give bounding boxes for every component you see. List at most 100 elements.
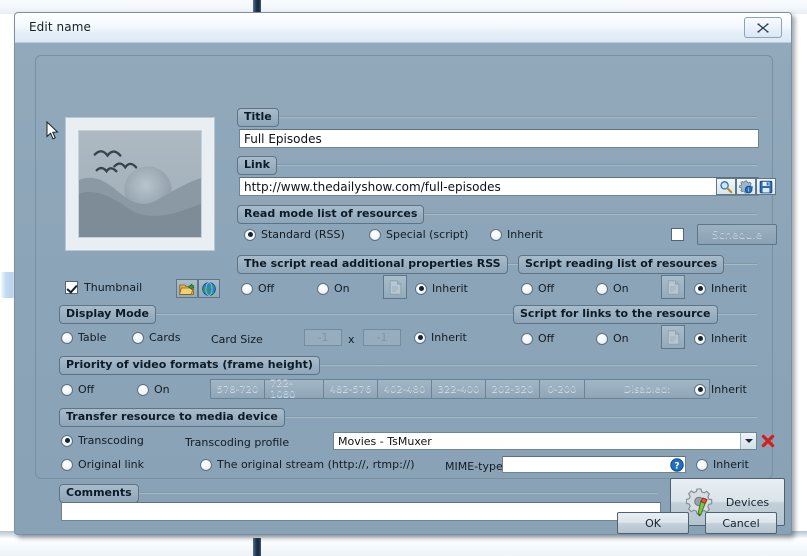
radio-dot xyxy=(490,228,502,241)
video-priority-group-label: Priority of video formats (frame height) xyxy=(59,356,320,375)
radio-dot xyxy=(244,228,256,241)
video-format-segment[interactable]: 402-480 xyxy=(378,380,432,398)
radio-dot xyxy=(694,383,706,396)
video-format-segment[interactable]: 578-720 xyxy=(211,380,265,398)
video-format-segment-disabled[interactable]: Disabled: xyxy=(585,380,709,398)
close-icon[interactable] xyxy=(744,17,782,38)
radio-dot xyxy=(521,332,533,345)
script-list-group-label: Script reading list of resources xyxy=(518,255,725,274)
radio-script-rss-off[interactable]: Off xyxy=(241,282,274,295)
svg-text:?: ? xyxy=(674,461,679,471)
radio-dot xyxy=(369,228,381,241)
read-mode-group-label: Read mode list of resources xyxy=(237,205,425,224)
red-x-icon[interactable] xyxy=(760,432,776,450)
video-format-segment[interactable]: 722-1080 xyxy=(265,378,324,400)
edit-name-dialog: Edit name Title Full Episodes Link http:… xyxy=(14,12,792,535)
card-width-input[interactable]: -1 xyxy=(304,329,342,346)
radio-label: Original link xyxy=(78,458,144,471)
radio-dot xyxy=(61,383,73,396)
radio-video-priority-off[interactable]: Off xyxy=(61,383,94,396)
link-group-line xyxy=(269,164,757,166)
radio-transfer-inherit[interactable]: Inherit xyxy=(696,458,749,471)
link-input[interactable] xyxy=(239,177,759,196)
devices-button-label: Devices xyxy=(725,495,770,509)
thumbnail-preview[interactable] xyxy=(65,117,215,251)
transcoding-profile-combo[interactable]: Movies - TsMuxer xyxy=(333,432,757,450)
transfer-group-label: Transfer resource to media device xyxy=(59,408,285,427)
display-mode-group-line xyxy=(142,313,506,315)
radio-display-cards[interactable]: Cards xyxy=(132,331,180,344)
script-file-icon[interactable] xyxy=(661,275,685,299)
help-icon[interactable]: ? xyxy=(670,458,684,472)
search-icon[interactable] xyxy=(716,178,736,195)
chevron-down-icon[interactable] xyxy=(740,433,756,449)
radio-dot xyxy=(61,458,73,471)
gear-info-icon[interactable]: i xyxy=(736,178,756,195)
card-size-separator: x xyxy=(348,333,355,346)
radio-label: Off xyxy=(538,282,555,295)
radio-script-links-inherit[interactable]: Inherit xyxy=(694,332,747,345)
open-folder-icon[interactable] xyxy=(176,279,198,298)
radio-dot xyxy=(415,282,427,295)
radio-video-priority-on[interactable]: On xyxy=(137,383,170,396)
radio-original-link[interactable]: Original link xyxy=(61,458,144,471)
ok-button[interactable]: OK xyxy=(617,512,689,534)
radio-script-links-on[interactable]: On xyxy=(596,332,629,345)
save-disk-icon[interactable] xyxy=(756,178,776,195)
card-size-label: Card Size xyxy=(211,333,263,346)
radio-video-priority-inherit[interactable]: Inherit xyxy=(694,383,747,396)
globe-icon[interactable] xyxy=(198,279,220,298)
video-format-priority-bar[interactable]: 578-720 722-1080 482-576 402-480 322-400… xyxy=(210,378,710,400)
radio-dot xyxy=(596,332,608,345)
radio-dot xyxy=(521,282,533,295)
radio-label: Standard (RSS) xyxy=(261,228,345,241)
title-input[interactable] xyxy=(239,129,759,148)
radio-dot xyxy=(596,282,608,295)
radio-script-links-off[interactable]: Off xyxy=(521,332,554,345)
radio-original-stream[interactable]: The original stream (http://, rtmp://) xyxy=(200,458,415,471)
image-placeholder xyxy=(78,130,202,238)
radio-label: The original stream (http://, rtmp://) xyxy=(217,458,415,471)
radio-label: Transcoding xyxy=(78,434,144,447)
comments-input[interactable] xyxy=(61,502,661,521)
card-height-input[interactable]: -1 xyxy=(363,329,401,346)
script-file-icon[interactable] xyxy=(383,275,407,299)
radio-script-rss-on[interactable]: On xyxy=(317,282,350,295)
transcoding-profile-value: Movies - TsMuxer xyxy=(338,434,432,448)
radio-transcoding[interactable]: Transcoding xyxy=(61,434,144,447)
radio-read-mode-inherit[interactable]: Inherit xyxy=(490,228,543,241)
script-links-group-line-left xyxy=(503,313,513,315)
radio-label: On xyxy=(334,282,350,295)
mime-type-input[interactable] xyxy=(502,456,686,473)
radio-label: On xyxy=(613,332,629,345)
radio-script-list-inherit[interactable]: Inherit xyxy=(694,282,747,295)
schedule-checkbox[interactable] xyxy=(671,228,684,241)
radio-dot xyxy=(414,331,426,344)
radio-script-rss-inherit[interactable]: Inherit xyxy=(415,282,468,295)
display-mode-group-label: Display Mode xyxy=(59,305,157,324)
video-format-segment[interactable]: 322-400 xyxy=(432,380,486,398)
radio-label: Table xyxy=(78,331,107,344)
video-format-segment[interactable]: 482-576 xyxy=(324,380,378,398)
radio-display-inherit[interactable]: Inherit xyxy=(414,331,467,344)
radio-dot xyxy=(241,282,253,295)
checkbox-box xyxy=(65,281,78,294)
radio-label: Special (script) xyxy=(386,228,469,241)
cancel-button[interactable]: Cancel xyxy=(705,512,777,534)
transcoding-profile-label: Transcoding profile xyxy=(185,436,290,449)
schedule-button[interactable]: Schedule xyxy=(697,224,777,245)
radio-read-mode-standard[interactable]: Standard (RSS) xyxy=(244,228,345,241)
thumbnail-checkbox[interactable]: Thumbnail xyxy=(65,281,142,294)
video-format-segment[interactable]: 202-320 xyxy=(486,380,540,398)
radio-dot xyxy=(694,332,706,345)
dialog-body: Title Link i xyxy=(15,43,791,534)
mime-type-label: MIME-type xyxy=(445,460,503,473)
radio-script-list-off[interactable]: Off xyxy=(521,282,554,295)
background-window-edge-bottom xyxy=(253,538,261,556)
radio-read-mode-special[interactable]: Special (script) xyxy=(369,228,468,241)
video-format-segment[interactable]: 0-200 xyxy=(540,380,585,398)
script-links-group-label: Script for links to the resource xyxy=(513,305,718,324)
radio-display-table[interactable]: Table xyxy=(61,331,106,344)
radio-script-list-on[interactable]: On xyxy=(596,282,629,295)
script-file-icon[interactable] xyxy=(661,325,685,349)
